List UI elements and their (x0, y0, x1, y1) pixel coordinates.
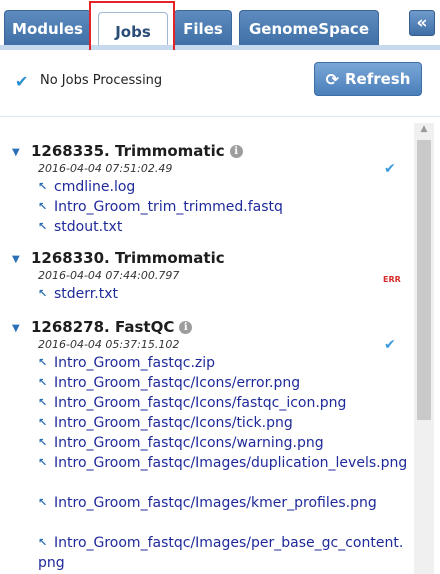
job-date: 2016-04-04 05:37:15.102 (38, 338, 180, 351)
job-title[interactable]: 1268278. FastQC i (31, 318, 193, 336)
file-link[interactable]: ↖ Intro_Groom_trim_trimmed.fastq (38, 197, 410, 217)
scroll-up-arrow-icon[interactable]: ▲ (418, 124, 430, 134)
job-title-text: 1268330. Trimmomatic (31, 249, 225, 267)
file-link-icon: ↖ (38, 416, 48, 429)
expand-toggle-icon[interactable]: ▼ (12, 323, 20, 334)
job-title-text: 1268335. Trimmomatic (31, 142, 225, 160)
info-icon[interactable]: i (179, 321, 193, 334)
file-link[interactable]: ↖ Intro_Groom_fastqc/Images/per_base_gc_c… (38, 533, 410, 573)
job-list: ▼ 1268335. Trimmomatic i 2016-04-04 07:51… (0, 117, 440, 574)
file-link-icon: ↖ (38, 536, 48, 549)
file-link[interactable]: ↖ Intro_Groom_fastqc/Icons/tick.png (38, 413, 410, 433)
file-link-icon: ↖ (38, 456, 48, 469)
file-link-icon: ↖ (38, 396, 48, 409)
expand-toggle-icon[interactable]: ▼ (12, 147, 20, 158)
file-link[interactable]: ↖ Intro_Groom_fastqc/Icons/fastqc_icon.pn… (38, 393, 410, 413)
file-link-icon: ↖ (38, 180, 48, 193)
refresh-label: Refresh (344, 70, 411, 88)
refresh-icon: ⟳ (325, 69, 339, 89)
file-link[interactable]: ↖ Intro_Groom_fastqc/Images/kmer_profiles… (38, 493, 410, 513)
status-message: No Jobs Processing (40, 73, 163, 88)
tab-modules[interactable]: Modules (4, 10, 91, 46)
job-title-text: 1268278. FastQC (31, 318, 175, 336)
info-icon[interactable]: i (229, 145, 243, 158)
file-link[interactable]: ↖ Intro_Groom_fastqc/Icons/error.png (38, 373, 410, 393)
file-link-icon: ↖ (38, 200, 48, 213)
checkmark-icon: ✔ (384, 161, 396, 177)
file-link-icon: ↖ (38, 496, 48, 509)
file-link[interactable]: ↖ Intro_Groom_fastqc.zip (38, 353, 410, 373)
job-title[interactable]: 1268330. Trimmomatic (31, 249, 225, 267)
checkmark-icon: ✔ (15, 72, 29, 91)
refresh-button[interactable]: ⟳ Refresh (314, 62, 422, 96)
file-link-icon: ↖ (38, 220, 48, 233)
error-badge: ERR (383, 275, 401, 284)
file-link[interactable]: ↖ stderr.txt (38, 284, 410, 304)
file-link-icon: ↖ (38, 356, 48, 369)
double-chevron-left-icon: « (416, 13, 428, 33)
file-link[interactable]: ↖ cmdline.log (38, 177, 410, 197)
tab-genomespace[interactable]: GenomeSpace (239, 10, 379, 46)
expand-toggle-icon[interactable]: ▼ (12, 254, 20, 265)
scrollbar-thumb[interactable] (417, 140, 431, 420)
file-link[interactable]: ↖ Intro_Groom_fastqc/Icons/warning.png (38, 433, 410, 453)
checkmark-icon: ✔ (384, 337, 396, 353)
job-title[interactable]: 1268335. Trimmomatic i (31, 142, 243, 160)
job-status-bar: ✔ No Jobs Processing ⟳ Refresh (0, 50, 440, 117)
file-link-icon: ↖ (38, 376, 48, 389)
collapse-panel-button[interactable]: « (409, 10, 435, 36)
file-link-icon: ↖ (38, 436, 48, 449)
file-link-icon: ↖ (38, 287, 48, 300)
tab-bar: Modules Jobs Files GenomeSpace « (0, 0, 440, 50)
file-link[interactable]: ↖ stdout.txt (38, 217, 410, 237)
job-date: 2016-04-04 07:51:02.49 (38, 162, 173, 175)
tab-files[interactable]: Files (174, 10, 232, 46)
job-date: 2016-04-04 07:44:00.797 (38, 269, 180, 282)
file-link[interactable]: ↖ Intro_Groom_fastqc/Images/duplication_l… (38, 453, 410, 473)
